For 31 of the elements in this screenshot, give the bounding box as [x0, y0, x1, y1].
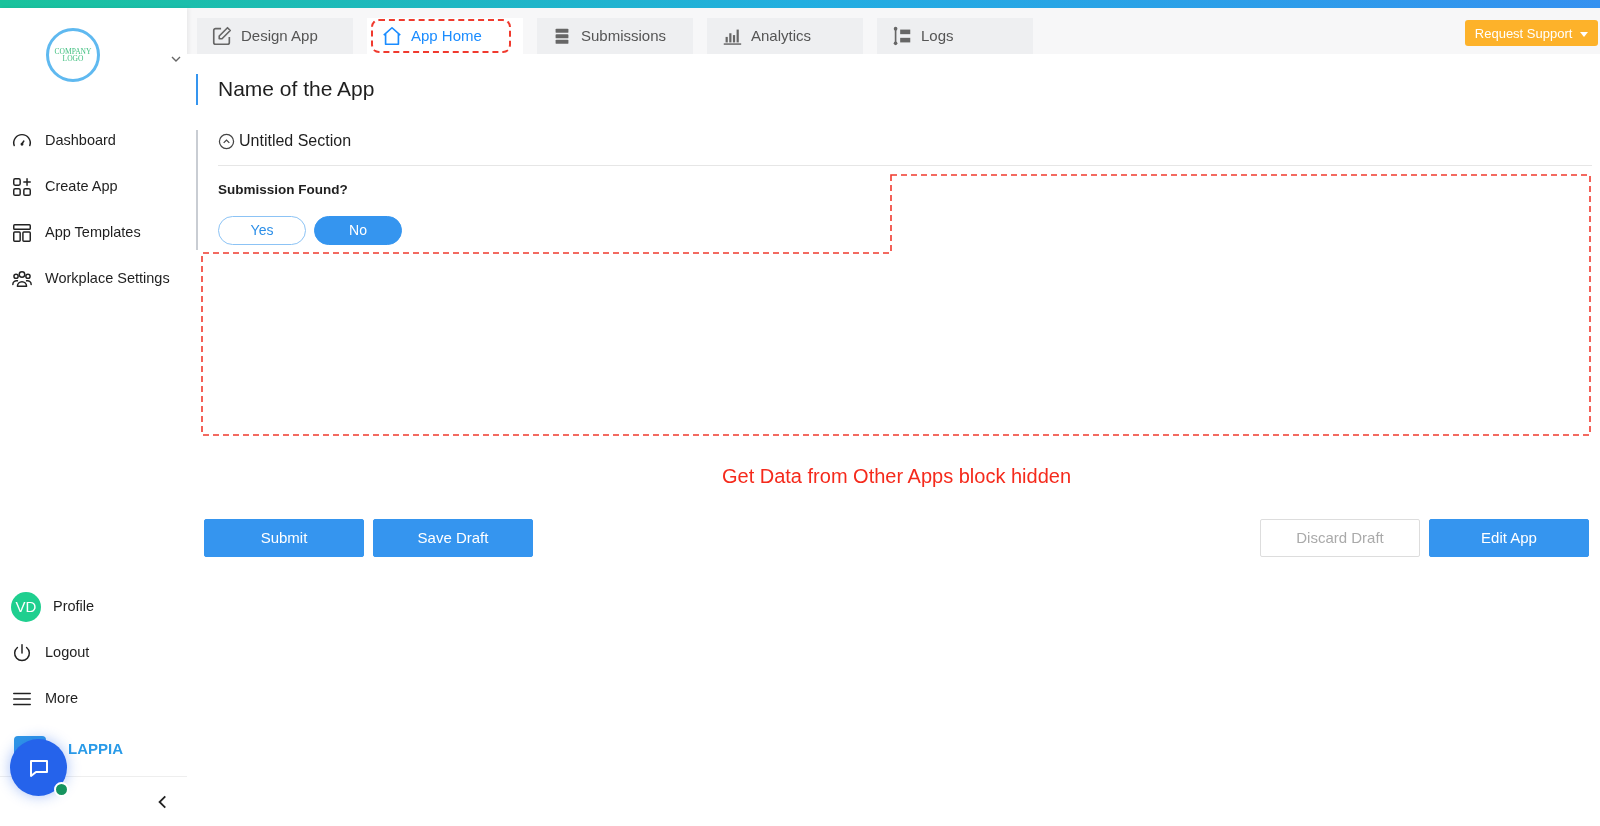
sidebar-item[interactable]: Logout — [0, 630, 187, 676]
tab[interactable]: Logs — [877, 18, 1033, 54]
status-dot — [54, 782, 69, 797]
sidebar-item[interactable]: App Templates — [0, 210, 187, 256]
option-button[interactable]: Yes — [218, 216, 306, 246]
home-icon — [381, 25, 403, 47]
chat-button[interactable] — [10, 739, 67, 796]
sidebar-item[interactable]: Dashboard — [0, 118, 187, 164]
log-list-icon — [891, 25, 913, 47]
profile-label: Profile — [53, 597, 95, 617]
power-icon — [11, 642, 33, 664]
profile-item[interactable]: VD Profile — [0, 584, 187, 630]
tab[interactable]: Design App — [197, 18, 353, 54]
sidebar-item[interactable]: Create App — [0, 164, 187, 210]
caret-icon — [1580, 32, 1588, 38]
avatar: VD — [11, 592, 41, 622]
edit-icon — [211, 25, 233, 47]
app-title: Name of the App — [218, 76, 376, 102]
tab[interactable]: Analytics — [707, 18, 863, 54]
question-label: Submission Found? — [218, 181, 349, 200]
tab[interactable]: App Home — [367, 18, 523, 54]
sidebar-item[interactable]: More — [0, 676, 187, 722]
add-grid-icon — [11, 176, 33, 198]
collapse-icon[interactable] — [218, 132, 235, 150]
sidebar-item[interactable]: Workplace Settings — [0, 256, 187, 302]
layout-icon — [11, 222, 33, 244]
brand-name: LAPPIA — [68, 738, 123, 759]
people-icon — [11, 268, 33, 290]
annotation-text: Get Data from Other Apps block hidden — [720, 464, 1073, 490]
section-title: Untitled Section — [239, 131, 352, 152]
tab[interactable]: Submissions — [537, 18, 693, 54]
